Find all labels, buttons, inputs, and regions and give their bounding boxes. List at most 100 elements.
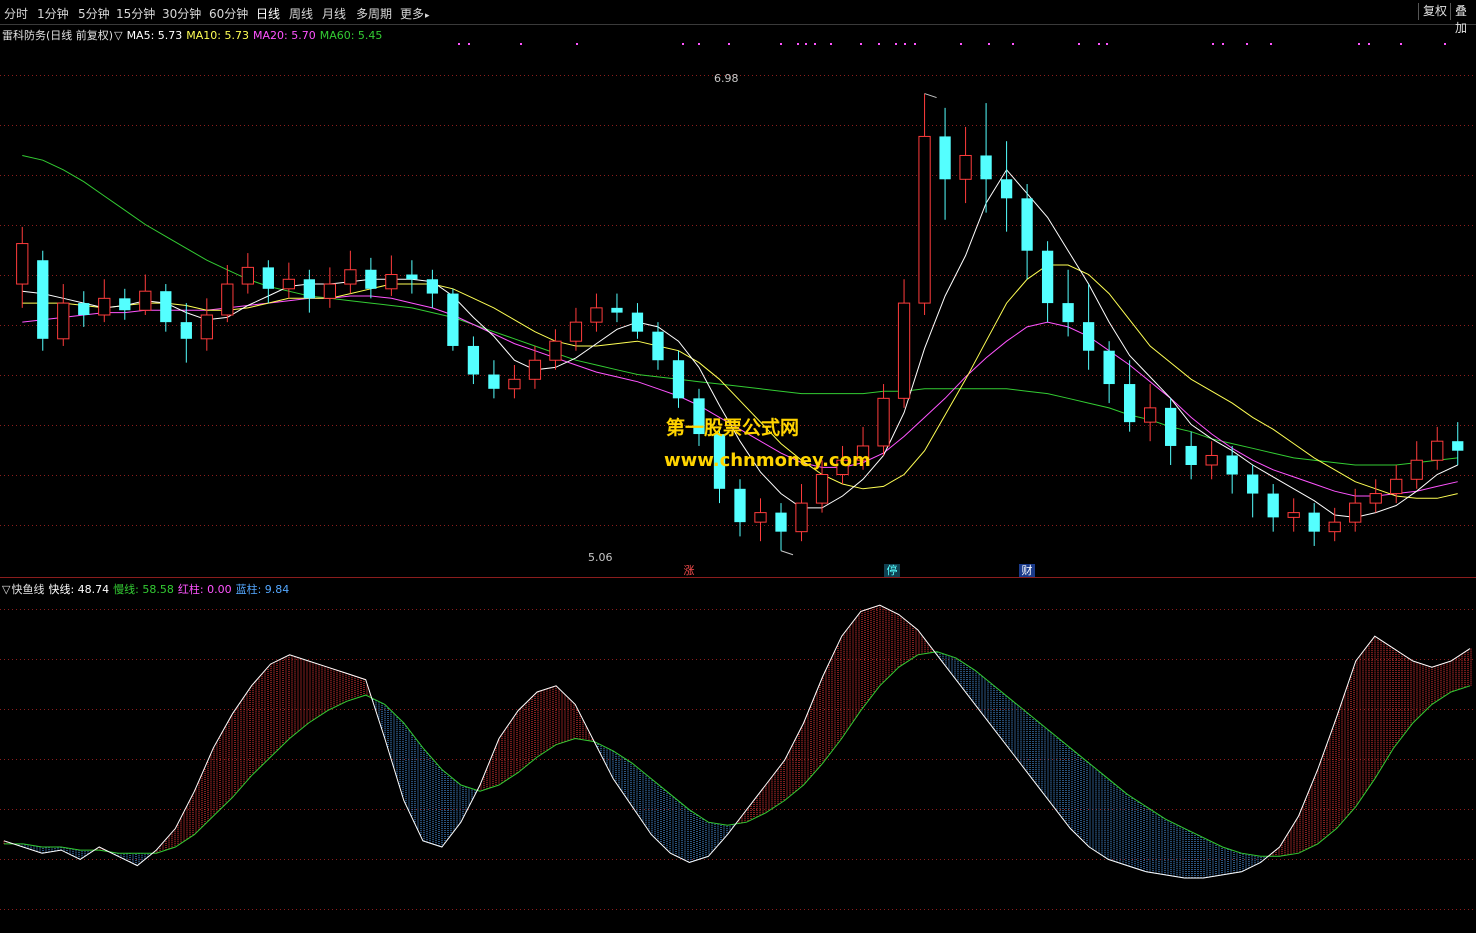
- candle: [16, 226, 29, 308]
- ma5-value: MA5: 5.73: [126, 29, 183, 42]
- candle: [282, 262, 295, 299]
- tab-5min[interactable]: 5分钟: [78, 5, 110, 22]
- candle: [1369, 479, 1382, 513]
- candle: [549, 329, 562, 370]
- tab-fenshi[interactable]: 分时: [4, 5, 28, 22]
- tab-more[interactable]: 更多▸: [400, 5, 430, 22]
- ma20-value: MA20: 5.70: [253, 29, 316, 42]
- fast-line-value: 快线: 48.74: [48, 583, 110, 596]
- sub-legend: ▽快鱼线 快线: 48.74 慢线: 58.58 红柱: 0.00 蓝柱: 9.84: [2, 581, 293, 597]
- tab-60min[interactable]: 60分钟: [209, 5, 248, 22]
- candle: [1123, 360, 1136, 432]
- candle: [406, 260, 418, 294]
- candle: [57, 284, 70, 346]
- tab-multi-period[interactable]: 多周期: [356, 5, 392, 22]
- fast-line: [3, 604, 1471, 879]
- candle-body: [590, 307, 603, 323]
- kuaiyu-indicator-chart[interactable]: [0, 579, 1476, 933]
- adjust-button[interactable]: 复权: [1418, 3, 1451, 20]
- halt-marker[interactable]: 停: [884, 564, 900, 578]
- tab-more-label: 更多: [400, 7, 425, 21]
- candle-body: [1431, 440, 1444, 461]
- candle-body: [815, 474, 829, 504]
- candle-body: [200, 314, 213, 340]
- candle-body: [1185, 445, 1197, 465]
- tab-1min[interactable]: 1分钟: [37, 5, 69, 22]
- signal-dot: [805, 43, 807, 45]
- signal-dot: [1212, 43, 1214, 45]
- signal-dot: [1270, 43, 1272, 45]
- candle-body: [508, 378, 521, 390]
- candle-body: [775, 512, 787, 532]
- high-pointer: [924, 93, 937, 99]
- candle: [385, 255, 398, 296]
- indicator-panel[interactable]: ▽快鱼线 快线: 48.74 慢线: 58.58 红柱: 0.00 蓝柱: 9.84: [0, 579, 1476, 933]
- signal-dot: [830, 43, 832, 45]
- low-price-label: 5.06: [588, 551, 613, 564]
- signal-dot: [1222, 43, 1224, 45]
- candle: [37, 250, 49, 351]
- candle: [775, 503, 787, 551]
- candle: [344, 250, 357, 294]
- ma10-value: MA10: 5.73: [186, 29, 249, 42]
- signal-dot: [728, 43, 730, 45]
- candle: [508, 365, 521, 399]
- signal-dot: [878, 43, 880, 45]
- candle: [939, 107, 951, 220]
- tab-15min[interactable]: 15分钟: [116, 5, 155, 22]
- candle-body: [1328, 521, 1341, 533]
- candle: [221, 265, 234, 323]
- candle-body: [734, 488, 746, 523]
- candlestick-chart[interactable]: [0, 25, 1476, 578]
- tab-monthly[interactable]: 月线: [322, 5, 346, 22]
- main-legend: 雷科防务(日线 前复权)▽ MA5: 5.73 MA10: 5.73 MA20: 5.…: [2, 27, 386, 43]
- candle: [1041, 241, 1054, 323]
- candle-body: [160, 291, 172, 323]
- legend-arrow-icon[interactable]: ▽: [114, 29, 122, 42]
- high-price-label: 6.98: [714, 72, 739, 85]
- candle: [262, 260, 274, 304]
- candle: [200, 298, 213, 351]
- finance-marker[interactable]: 财: [1019, 564, 1035, 578]
- tab-daily[interactable]: 日线: [256, 5, 280, 22]
- candle-body: [385, 274, 398, 290]
- candle-body: [1103, 350, 1115, 385]
- candle-body: [282, 278, 295, 290]
- signal-dot: [520, 43, 522, 45]
- signal-dot: [814, 43, 816, 45]
- candlestick-panel[interactable]: 雷科防务(日线 前复权)▽ MA5: 5.73 MA10: 5.73 MA20: 5.…: [0, 25, 1476, 578]
- candle-body: [1041, 250, 1054, 304]
- limit-up-marker[interactable]: 涨: [681, 564, 697, 578]
- tab-weekly[interactable]: 周线: [289, 5, 313, 22]
- slow-line-value: 慢线: 58.58: [113, 583, 174, 596]
- candle-body: [1267, 493, 1279, 518]
- candle: [1000, 141, 1013, 232]
- sub-legend-arrow-icon[interactable]: ▽: [2, 583, 10, 596]
- stock-title: 雷科防务(日线 前复权): [2, 29, 114, 42]
- candle: [734, 479, 746, 537]
- candle: [877, 384, 890, 456]
- candle-body: [631, 312, 644, 332]
- candle-body: [1452, 441, 1464, 451]
- candle-body: [1205, 454, 1218, 466]
- candle-body: [426, 279, 439, 294]
- candle: [467, 336, 480, 385]
- candle-body: [57, 302, 70, 340]
- tab-30min[interactable]: 30分钟: [162, 5, 201, 22]
- candle-body: [447, 293, 459, 346]
- candle-body: [754, 512, 767, 523]
- signal-dot: [1106, 43, 1108, 45]
- candle-body: [98, 297, 111, 316]
- signal-dot: [458, 43, 460, 45]
- panel-divider[interactable]: [0, 577, 1476, 578]
- candle: [1205, 441, 1218, 480]
- candle-body: [488, 374, 500, 389]
- period-toolbar: 分时 1分钟 5分钟 15分钟 30分钟 60分钟 日线 周线 月线 多周期 更…: [0, 0, 1476, 35]
- candle-body: [877, 397, 890, 447]
- candle-body: [1247, 474, 1259, 494]
- candle-body: [1410, 459, 1423, 480]
- candle-body: [795, 502, 808, 533]
- candle: [447, 288, 459, 351]
- overlay-button[interactable]: 叠加: [1450, 3, 1476, 35]
- signal-dot: [1246, 43, 1248, 45]
